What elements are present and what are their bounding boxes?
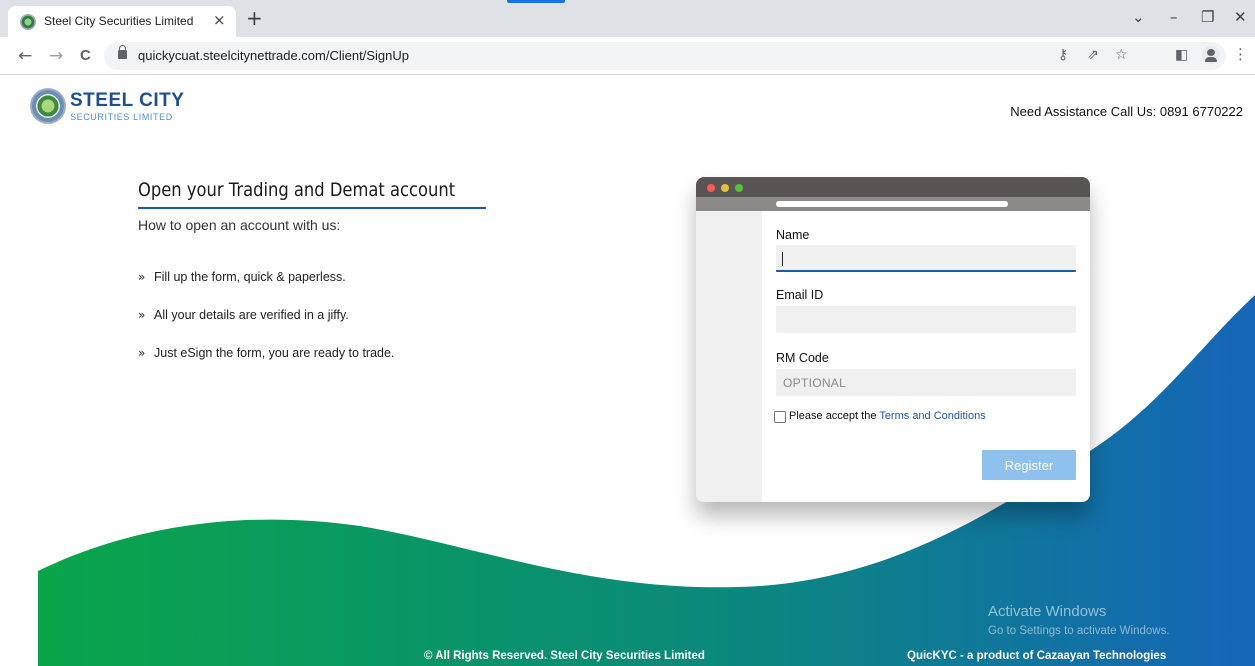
page: STEEL CITY SECURITIES LIMITED Need Assis… — [0, 76, 1255, 666]
step-item: » Just eSign the form, you are ready to t… — [138, 346, 394, 360]
side-panel-icon[interactable]: ◧ — [1175, 47, 1188, 63]
brand-subtitle: SECURITIES LIMITED — [70, 112, 173, 122]
terms-text: Please accept the Terms and Conditions — [789, 410, 986, 422]
footer-copyright: © All Rights Reserved. Steel City Securi… — [424, 650, 705, 662]
rm-code-label: RM Code — [776, 351, 829, 365]
rm-code-field[interactable] — [776, 369, 1076, 396]
step-item: » Fill up the form, quick & paperless. — [138, 270, 346, 284]
window-close-icon[interactable]: ✕ — [1234, 8, 1247, 26]
minimize-icon[interactable]: – — [1170, 8, 1178, 26]
step-item: » All your details are verified in a jiff… — [138, 308, 349, 322]
page-subtitle: How to open an account with us: — [138, 217, 341, 233]
chevron-right-icon: » — [138, 270, 146, 284]
site-favicon-icon — [20, 14, 36, 30]
forward-icon[interactable]: → — [49, 46, 63, 66]
window-titlebar — [696, 177, 1090, 197]
email-field[interactable] — [776, 306, 1076, 333]
register-button[interactable]: Register — [982, 450, 1076, 480]
tab-title: Steel City Securities Limited — [44, 14, 194, 28]
reload-icon[interactable]: C — [80, 47, 91, 64]
password-key-icon[interactable]: ⚷ — [1058, 47, 1068, 63]
browser-menu-icon[interactable]: ⋮ — [1233, 45, 1248, 63]
bookmark-star-icon[interactable]: ☆ — [1115, 47, 1128, 63]
terms-prefix: Please accept the — [789, 410, 880, 422]
step-text: Just eSign the form, you are ready to tr… — [154, 346, 395, 360]
terms-link[interactable]: Terms and Conditions — [879, 410, 985, 422]
email-label: Email ID — [776, 288, 824, 302]
title-underline — [138, 207, 486, 209]
page-title: Open your Trading and Demat account — [138, 179, 456, 201]
address-url[interactable]: quickycuat.steelcitynettrade.com/Client/… — [138, 48, 409, 63]
restore-icon[interactable]: ❐ — [1201, 8, 1214, 26]
tab-search-chevron-icon[interactable]: ⌄ — [1132, 8, 1145, 26]
browser-tabstrip: Steel City Securities Limited × + ⌄ – ❐ … — [0, 0, 1255, 37]
signup-form-window: Name Email ID RM Code Please accept the … — [696, 177, 1090, 502]
footer-product: QuicKYC - a product of Cazaayan Technolo… — [907, 650, 1167, 662]
window-sidebar — [696, 211, 762, 502]
chevron-right-icon: » — [138, 308, 146, 322]
text-cursor — [782, 252, 783, 266]
window-address-pill — [776, 201, 1008, 207]
step-text: Fill up the form, quick & paperless. — [154, 270, 346, 284]
window-minimize-dot-icon — [721, 184, 729, 192]
tab-close-icon[interactable]: × — [213, 11, 226, 29]
chevron-right-icon: » — [138, 346, 146, 360]
activate-windows-subtitle: Go to Settings to activate Windows. — [988, 625, 1170, 637]
terms-checkbox[interactable] — [774, 411, 786, 423]
name-field[interactable] — [776, 245, 1076, 272]
new-tab-icon[interactable]: + — [246, 6, 263, 30]
assistance-phone: Need Assistance Call Us: 0891 6770222 — [1010, 104, 1243, 119]
back-icon[interactable]: ← — [18, 46, 32, 66]
address-bar[interactable]: quickycuat.steelcitynettrade.com/Client/… — [104, 42, 1226, 70]
brand-logo-icon[interactable] — [30, 88, 66, 124]
share-icon[interactable]: ⇗ — [1087, 47, 1099, 63]
activate-windows-title: Activate Windows — [988, 603, 1107, 620]
step-text: All your details are verified in a jiffy… — [154, 308, 349, 322]
profile-avatar-icon[interactable] — [1202, 46, 1220, 64]
window-close-dot-icon — [707, 184, 715, 192]
lock-icon[interactable] — [118, 45, 127, 59]
window-addressbar — [696, 197, 1090, 211]
window-maximize-dot-icon — [735, 184, 743, 192]
browser-tab[interactable]: Steel City Securities Limited × — [8, 6, 236, 37]
name-label: Name — [776, 228, 810, 242]
browser-toolbar: ← → C quickycuat.steelcitynettrade.com/C… — [0, 37, 1255, 75]
brand-name[interactable]: STEEL CITY — [70, 90, 184, 112]
tabstrip-accent — [507, 0, 565, 3]
